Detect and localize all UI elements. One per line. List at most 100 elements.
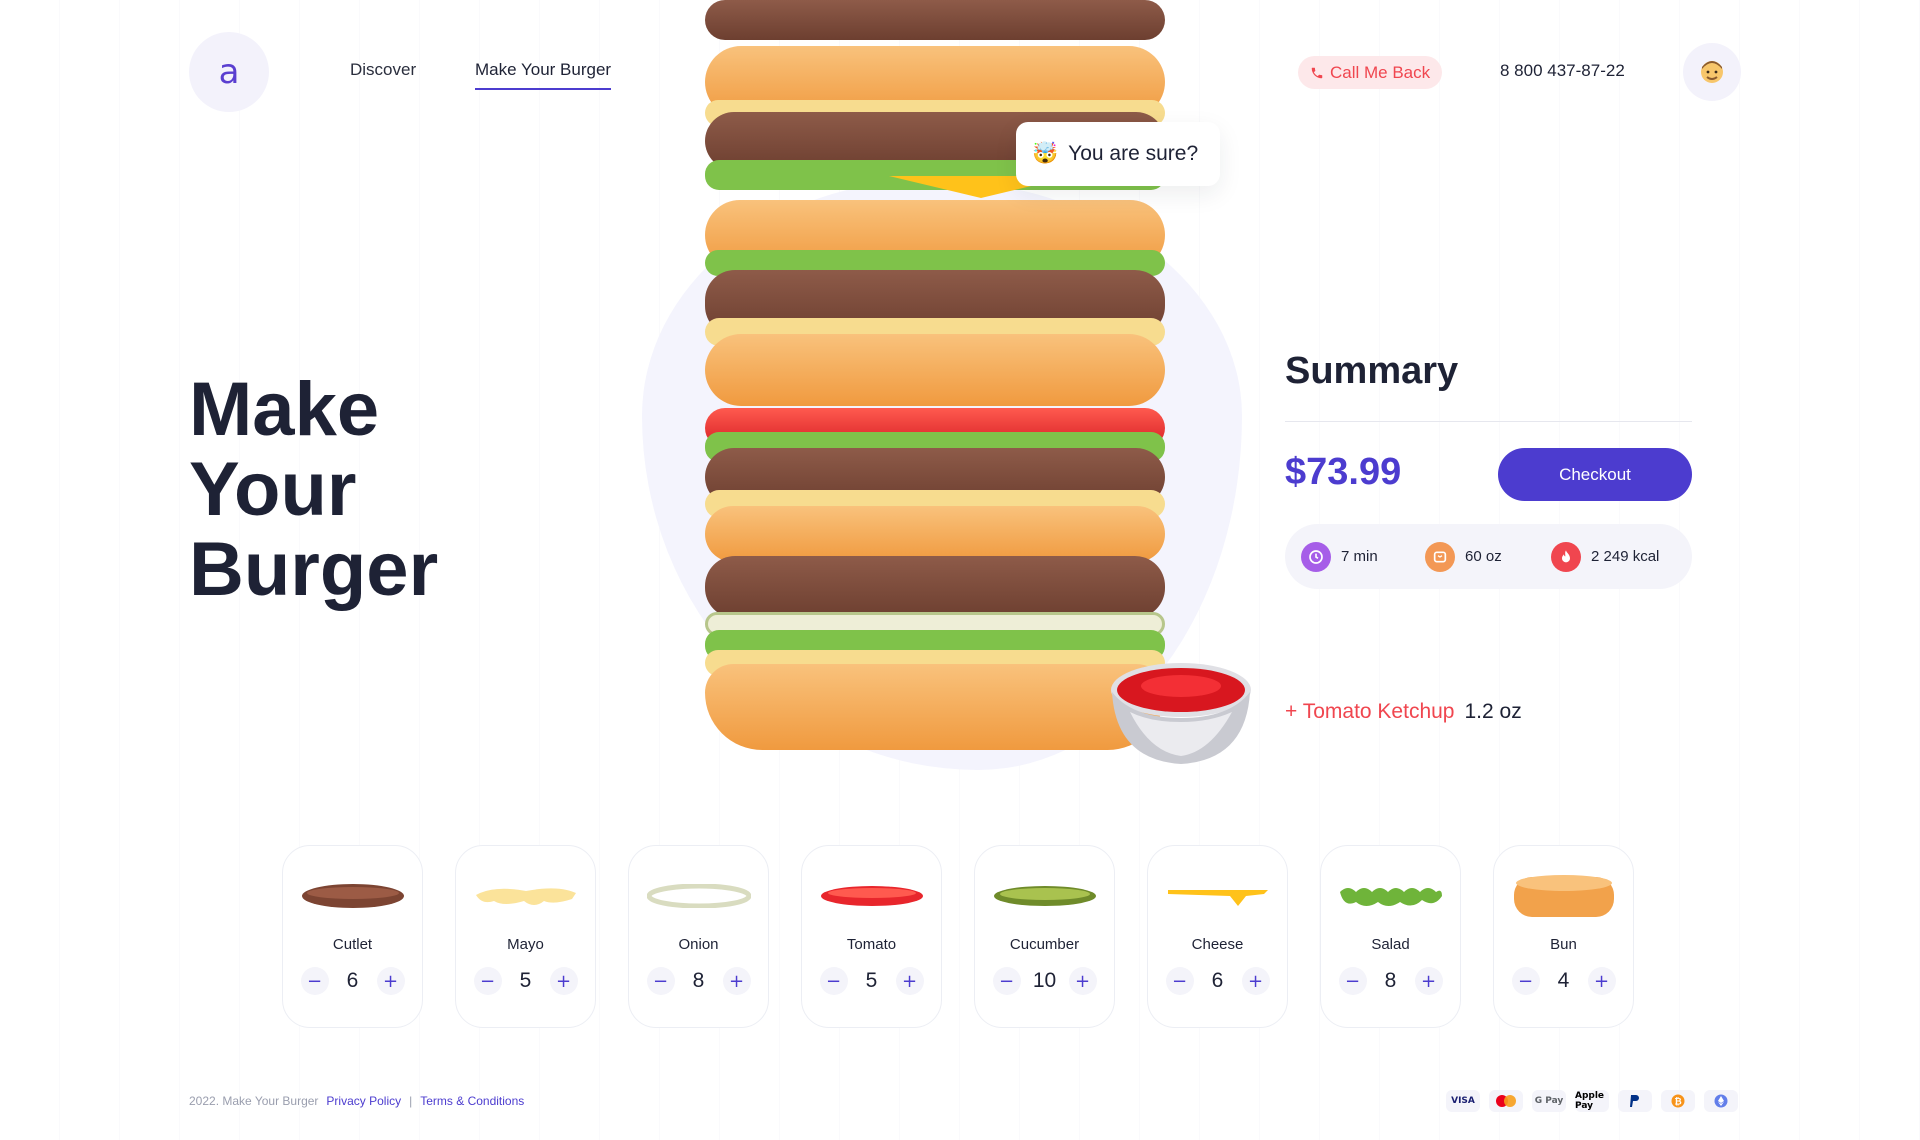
quantity-value: 4	[1557, 969, 1570, 992]
decrement-button[interactable]: −	[646, 967, 675, 995]
footer: 2022. Make Your Burger Privacy Policy | …	[189, 1094, 524, 1108]
tooltip-text: You are sure?	[1068, 142, 1199, 165]
increment-button[interactable]: +	[376, 967, 405, 995]
bitcoin-icon: ₿	[1661, 1090, 1695, 1112]
ingredient-list: Cutlet − 6 + Mayo − 5 + Onion − 8 + Toma…	[282, 845, 1634, 1028]
google-pay-icon: G Pay	[1532, 1090, 1566, 1112]
quantity-value: 10	[1032, 969, 1057, 992]
decrement-button[interactable]: −	[1338, 967, 1367, 995]
ketchup-bowl-illustration	[1111, 663, 1251, 764]
summary-stats: 7 min 60 oz 2 249 kcal	[1285, 524, 1692, 589]
nav-discover[interactable]: Discover	[350, 60, 416, 80]
logo[interactable]: a	[189, 32, 269, 112]
ingredient-card-mayo: Mayo − 5 +	[455, 845, 596, 1028]
quantity-stepper: − 10 +	[992, 967, 1097, 995]
decrement-button[interactable]: −	[992, 967, 1021, 995]
privacy-policy-link[interactable]: Privacy Policy	[326, 1094, 401, 1108]
ingredient-card-tomato: Tomato − 5 +	[801, 845, 942, 1028]
quantity-value: 8	[1384, 969, 1397, 992]
call-me-back-button[interactable]: Call Me Back	[1298, 56, 1443, 89]
bun-icon	[1511, 874, 1617, 918]
quantity-value: 8	[692, 969, 705, 992]
ingredient-card-cutlet: Cutlet − 6 +	[282, 845, 423, 1028]
increment-button[interactable]: +	[1068, 967, 1097, 995]
weight-scale-icon	[1425, 541, 1455, 572]
increment-button[interactable]: +	[1587, 967, 1616, 995]
copyright: 2022. Make Your Burger	[189, 1094, 319, 1108]
decrement-button[interactable]: −	[473, 967, 502, 995]
ingredient-card-cheese: Cheese − 6 +	[1147, 845, 1288, 1028]
stat-time: 7 min	[1301, 541, 1425, 572]
increment-button[interactable]: +	[549, 967, 578, 995]
salad-icon	[1338, 874, 1444, 918]
mayo-icon	[473, 874, 579, 918]
quantity-stepper: − 6 +	[300, 967, 405, 995]
footer-separator: |	[409, 1094, 413, 1108]
terms-link[interactable]: Terms & Conditions	[420, 1094, 524, 1108]
added-ingredient-qty: 1.2 oz	[1464, 700, 1522, 723]
total-price: $73.99	[1285, 451, 1402, 493]
quantity-value: 6	[346, 969, 359, 992]
added-ingredient: + Tomato Ketchup 1.2 oz	[1285, 700, 1522, 724]
stat-calories-value: 2 249 kcal	[1591, 548, 1660, 565]
hero-title: Make Your Burger	[189, 367, 439, 612]
ingredient-card-salad: Salad − 8 +	[1320, 845, 1461, 1028]
quantity-stepper: − 8 +	[1338, 967, 1443, 995]
cucumber-icon	[992, 874, 1098, 918]
call-me-back-label: Call Me Back	[1330, 62, 1431, 82]
fire-icon	[1551, 541, 1581, 572]
cheese-icon	[1165, 874, 1271, 918]
confirm-tooltip: 🤯 You are sure?	[1016, 122, 1220, 186]
stat-time-value: 7 min	[1341, 548, 1378, 565]
ingredient-name: Tomato	[846, 936, 897, 953]
ingredient-card-cucumber: Cucumber − 10 +	[974, 845, 1115, 1028]
apple-pay-icon: Apple Pay	[1575, 1090, 1609, 1112]
quantity-value: 5	[519, 969, 532, 992]
visa-icon: VISA	[1446, 1090, 1480, 1112]
increment-button[interactable]: +	[1414, 967, 1443, 995]
tomato-icon	[819, 874, 925, 918]
phone-number[interactable]: 8 800 437-87-22	[1500, 61, 1625, 81]
quantity-stepper: − 8 +	[646, 967, 751, 995]
ingredient-name: Salad	[1371, 936, 1410, 953]
ingredient-name: Cutlet	[332, 936, 373, 953]
stat-weight-value: 60 oz	[1465, 548, 1502, 565]
svg-text:₿: ₿	[1674, 1097, 1681, 1108]
stat-calories: 2 249 kcal	[1551, 541, 1660, 572]
user-avatar-icon[interactable]	[1683, 43, 1741, 101]
quantity-stepper: − 5 +	[473, 967, 578, 995]
increment-button[interactable]: +	[722, 967, 751, 995]
ethereum-icon	[1704, 1090, 1738, 1112]
increment-button[interactable]: +	[1241, 967, 1270, 995]
onion-icon	[646, 874, 752, 918]
exploding-head-icon: 🤯	[1032, 142, 1059, 165]
ingredient-name: Bun	[1550, 936, 1577, 953]
decrement-button[interactable]: −	[1511, 967, 1540, 995]
stat-weight: 60 oz	[1425, 541, 1551, 572]
ingredient-card-bun: Bun − 4 +	[1493, 845, 1634, 1028]
avatar-face-icon	[1701, 61, 1723, 83]
quantity-value: 6	[1211, 969, 1224, 992]
paypal-icon	[1618, 1090, 1652, 1112]
summary-title: Summary	[1285, 350, 1459, 392]
quantity-stepper: − 4 +	[1511, 967, 1616, 995]
decrement-button[interactable]: −	[1165, 967, 1194, 995]
mastercard-icon	[1489, 1090, 1523, 1112]
checkout-button[interactable]: Checkout	[1498, 448, 1692, 501]
nav-make-your-burger[interactable]: Make Your Burger	[475, 60, 612, 90]
clock-icon	[1301, 541, 1331, 572]
ingredient-name: Cucumber	[1009, 936, 1080, 953]
quantity-stepper: − 5 +	[819, 967, 924, 995]
quantity-stepper: − 6 +	[1165, 967, 1270, 995]
quantity-value: 5	[865, 969, 878, 992]
ingredient-name: Mayo	[507, 936, 544, 953]
phone-icon	[1311, 67, 1323, 78]
decrement-button[interactable]: −	[819, 967, 848, 995]
increment-button[interactable]: +	[895, 967, 924, 995]
burger-illustration	[705, 0, 1165, 760]
ingredient-card-onion: Onion − 8 +	[628, 845, 769, 1028]
decrement-button[interactable]: −	[300, 967, 329, 995]
added-ingredient-name: + Tomato Ketchup	[1285, 700, 1455, 723]
cutlet-icon	[300, 874, 406, 918]
ingredient-name: Cheese	[1191, 936, 1244, 953]
